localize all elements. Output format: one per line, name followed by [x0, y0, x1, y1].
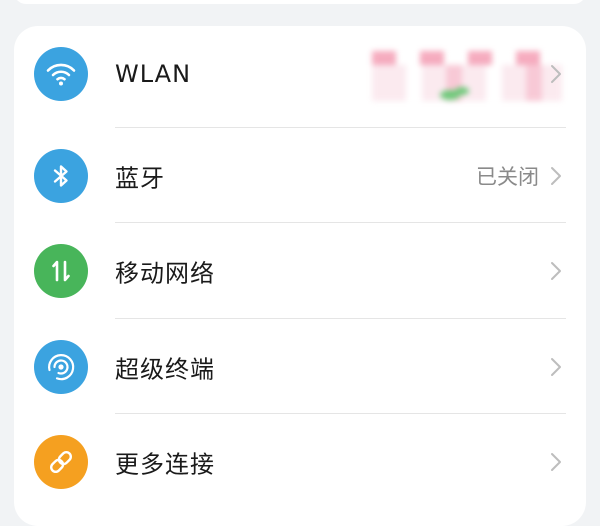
- settings-item-label: 蓝牙: [115, 164, 165, 192]
- chevron-right-icon: [551, 166, 561, 185]
- settings-item-mobile-network[interactable]: 移动网络: [14, 223, 586, 318]
- bluetooth-status: 已关闭: [476, 164, 539, 189]
- settings-item-wlan[interactable]: WLAN: [14, 26, 586, 121]
- chevron-right-icon: [551, 357, 561, 376]
- settings-item-label: 超级终端: [115, 355, 215, 383]
- chevron-right-icon: [551, 261, 561, 280]
- settings-item-more-connections[interactable]: 更多连接: [14, 414, 586, 509]
- bluetooth-icon: [34, 148, 88, 203]
- settings-item-super-device[interactable]: 超级终端: [14, 319, 586, 414]
- settings-item-label: 更多连接: [115, 450, 215, 478]
- connectivity-settings-card: WLAN 蓝牙 已关闭 移动网络 超级终端 更多连接: [14, 26, 586, 526]
- chevron-right-icon: [551, 64, 561, 83]
- previous-settings-card: [14, 0, 586, 4]
- settings-item-label: WLAN: [115, 59, 192, 88]
- settings-item-label: 移动网络: [115, 259, 215, 287]
- mobile-data-icon: [34, 243, 88, 298]
- settings-item-bluetooth[interactable]: 蓝牙 已关闭: [14, 128, 586, 223]
- wifi-icon: [34, 46, 88, 101]
- chevron-right-icon: [551, 452, 561, 471]
- link-icon: [34, 434, 88, 489]
- wlan-network-name-redacted: [366, 41, 566, 107]
- super-device-icon: [34, 339, 88, 394]
